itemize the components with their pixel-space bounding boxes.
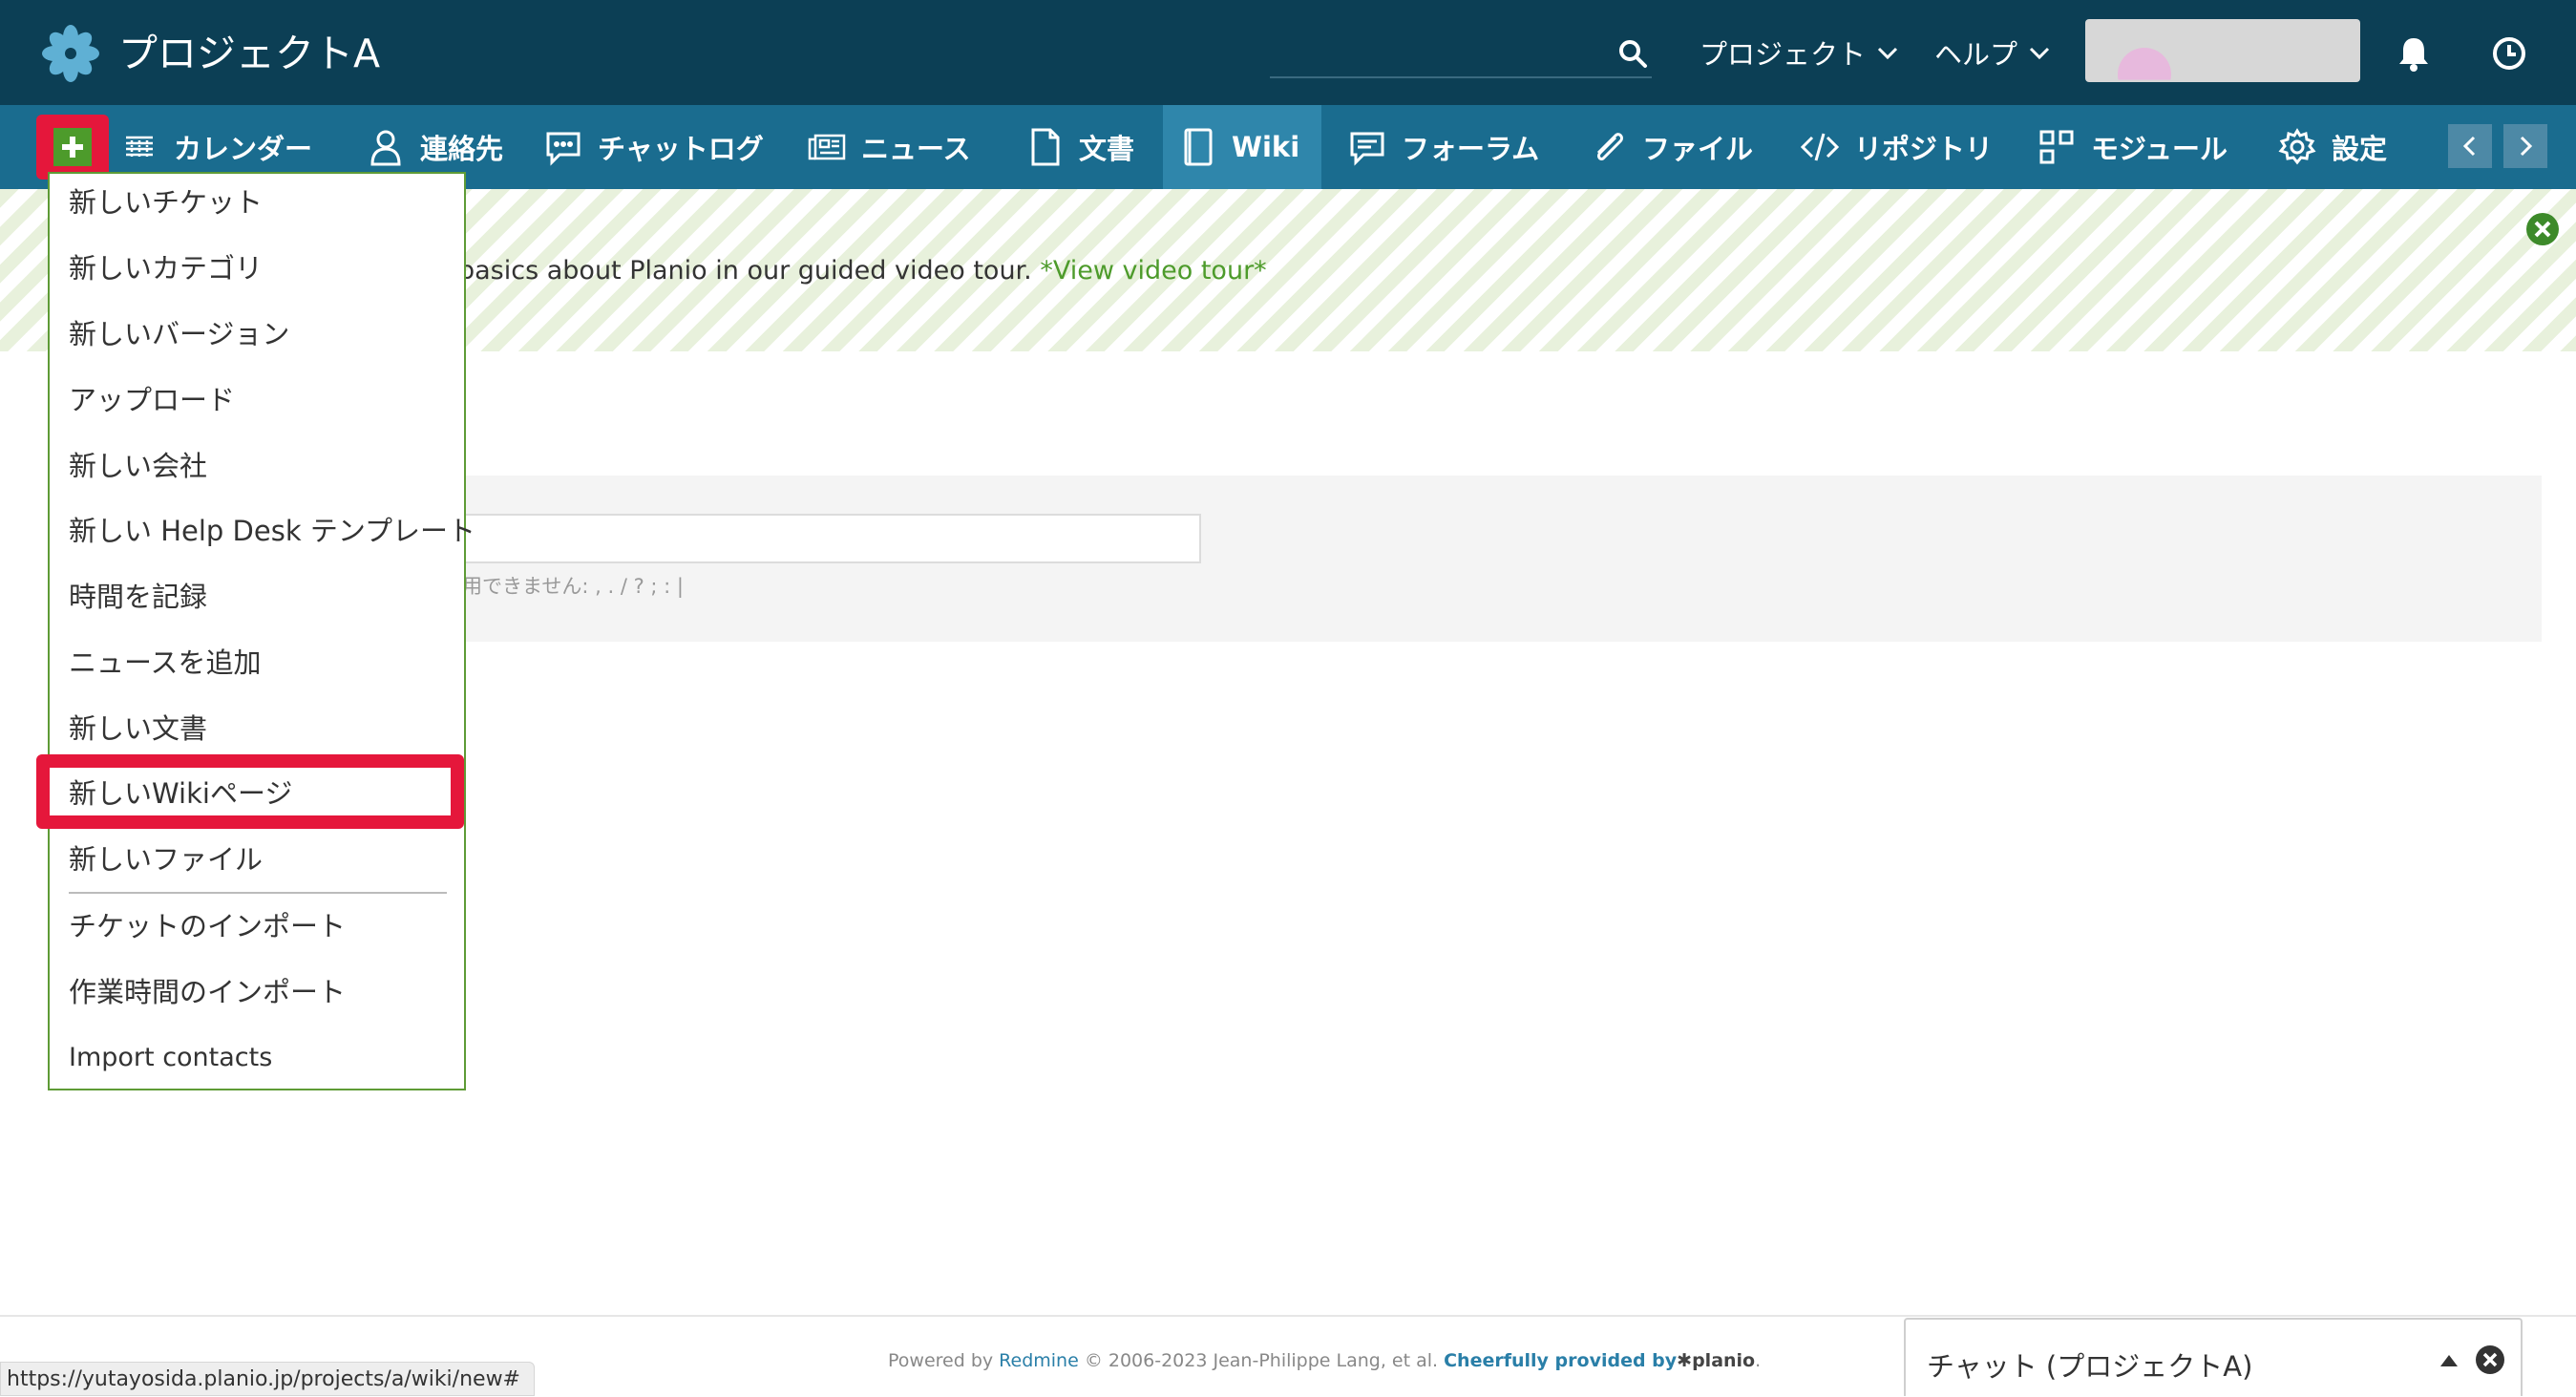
menu-item-new-document[interactable]: 新しい文書 xyxy=(69,709,207,748)
contact-icon xyxy=(370,130,401,166)
footer-copyright: © 2006-2023 Jean-Philippe Lang, et al. xyxy=(1084,1350,1439,1371)
help-menu[interactable]: ヘルプ xyxy=(1934,31,2052,74)
tab-wiki[interactable]: Wiki xyxy=(1163,105,1321,189)
menu-item-new-issue[interactable]: 新しいチケット xyxy=(69,183,263,222)
tab-documents[interactable]: 文書 xyxy=(1010,105,1151,189)
new-item-button[interactable] xyxy=(36,115,109,180)
search-icon[interactable] xyxy=(1617,38,1648,69)
menu-item-import-issues[interactable]: チケットのインポート xyxy=(69,907,346,945)
close-icon[interactable] xyxy=(2475,1344,2505,1375)
menu-divider xyxy=(69,892,447,894)
caret-up-icon[interactable] xyxy=(2439,1352,2460,1369)
chat-panel[interactable]: チャット (プロジェクトA) xyxy=(1904,1318,2523,1396)
plus-icon xyxy=(53,128,92,166)
search-box xyxy=(1270,29,1652,78)
tab-modules[interactable]: モジュール xyxy=(2022,105,2245,189)
title-hint: 用できません: , . / ? ; : | xyxy=(462,575,684,598)
tab-label: 連絡先 xyxy=(420,133,504,165)
status-bar-url: https://yutayosida.planio.jp/projects/a/… xyxy=(0,1362,535,1396)
user-menu[interactable] xyxy=(2085,19,2360,82)
menu-item-new-helpdesk-template[interactable]: 新しい Help Desk テンプレート xyxy=(69,512,475,550)
chevron-left-icon xyxy=(2462,136,2476,157)
document-icon xyxy=(1031,128,1060,166)
menu-item-import-contacts[interactable]: Import contacts xyxy=(69,1039,272,1077)
project-menu-label: プロジェクト xyxy=(1700,38,1867,71)
menu-item-upload[interactable]: アップロード xyxy=(69,381,235,419)
logo-asterisk-icon[interactable] xyxy=(42,25,99,82)
project-title[interactable]: プロジェクトA xyxy=(118,25,380,82)
search-input[interactable] xyxy=(1270,29,1594,76)
footer-cheerfully: Cheerfully provided by xyxy=(1444,1350,1678,1371)
paperclip-icon xyxy=(1596,133,1623,160)
view-video-tour-link[interactable]: *View video tour* xyxy=(1040,256,1266,286)
highlight-annotation xyxy=(36,754,464,829)
tab-label: ニュース xyxy=(861,133,971,165)
chat-title: チャット (プロジェクトA) xyxy=(1927,1350,2253,1383)
tabs-scroll-right-button[interactable] xyxy=(2503,124,2547,168)
tab-news[interactable]: ニュース xyxy=(792,105,988,189)
bell-icon[interactable] xyxy=(2395,34,2433,73)
forum-icon xyxy=(1350,132,1384,166)
banner-message: basics about Planio in our guided video … xyxy=(458,256,1032,286)
tab-label: 文書 xyxy=(1079,133,1135,165)
footer: Powered by Redmine © 2006-2023 Jean-Phil… xyxy=(888,1350,1761,1371)
menu-item-add-news[interactable]: ニュースを追加 xyxy=(69,644,262,682)
chevron-right-icon xyxy=(2520,136,2533,157)
tab-label: Wiki xyxy=(1232,131,1300,163)
footer-period: . xyxy=(1755,1350,1762,1371)
gear-icon xyxy=(2278,128,2316,165)
tab-repository[interactable]: リポジトリ xyxy=(1785,105,2010,189)
tab-chatlog[interactable]: チャットログ xyxy=(529,105,781,189)
clock-icon[interactable] xyxy=(2490,34,2528,73)
menu-item-new-company[interactable]: 新しい会社 xyxy=(69,447,207,485)
chevron-down-icon xyxy=(2029,47,2050,60)
banner-text: basics about Planio in our guided video … xyxy=(458,256,1267,286)
help-menu-label: ヘルプ xyxy=(1934,38,2018,71)
tab-settings[interactable]: 設定 xyxy=(2263,105,2404,189)
tab-label: モジュール xyxy=(2091,133,2228,165)
project-menu[interactable]: プロジェクト xyxy=(1700,31,1900,74)
menu-item-new-version[interactable]: 新しいバージョン xyxy=(69,315,289,353)
close-icon[interactable] xyxy=(2525,212,2560,246)
tab-label: カレンダー xyxy=(174,133,313,165)
menu-item-import-time-entries[interactable]: 作業時間のインポート xyxy=(69,973,346,1011)
menu-item-log-time[interactable]: 時間を記録 xyxy=(69,578,207,616)
news-icon xyxy=(808,134,846,160)
footer-powered-by: Powered by xyxy=(888,1350,994,1371)
tab-files[interactable]: ファイル xyxy=(1573,105,1770,189)
planio-logo-link[interactable]: ✱planio xyxy=(1677,1350,1755,1371)
tab-label: チャットログ xyxy=(598,133,764,165)
wiki-title-input[interactable] xyxy=(458,514,1201,563)
tab-label: フォーラム xyxy=(1402,133,1540,165)
chevron-down-icon xyxy=(1877,47,1898,60)
tab-label: 設定 xyxy=(2332,133,2388,165)
modules-icon xyxy=(2039,130,2074,164)
menu-item-new-file[interactable]: 新しいファイル xyxy=(69,840,263,878)
tab-label: ファイル xyxy=(1642,133,1754,165)
code-icon xyxy=(1800,133,1840,161)
tab-forum[interactable]: フォーラム xyxy=(1333,105,1556,189)
chat-icon xyxy=(546,132,581,166)
calendar-icon xyxy=(126,136,153,159)
footer-divider xyxy=(0,1315,2576,1317)
tabs-scroll-left-button[interactable] xyxy=(2448,124,2492,168)
redmine-link[interactable]: Redmine xyxy=(999,1350,1079,1371)
wiki-icon xyxy=(1184,128,1213,166)
menu-item-new-category[interactable]: 新しいカテゴリ xyxy=(69,249,263,287)
new-item-dropdown: 新しいチケット 新しいカテゴリ 新しいバージョン アップロード 新しい会社 新し… xyxy=(48,172,475,1090)
tab-label: リポジトリ xyxy=(1854,133,1994,165)
